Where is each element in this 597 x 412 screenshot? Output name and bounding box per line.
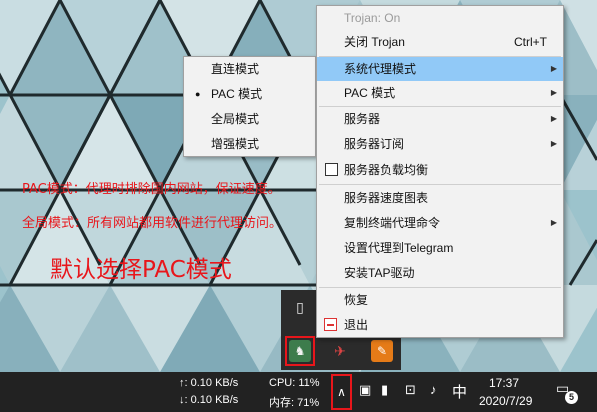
bookmark-icon[interactable]: ▮	[381, 382, 388, 398]
menu-server-subscription[interactable]: 服务器订阅 ▶	[317, 132, 563, 156]
selected-bullet-icon: ●	[195, 89, 201, 99]
chevron-right-icon: ▶	[550, 114, 557, 123]
clock-date[interactable]: 2020/7/29	[479, 394, 532, 408]
ime-indicator[interactable]: 中	[452, 381, 467, 402]
tray-chevron-button[interactable]: ∧	[331, 374, 352, 410]
menu-install-tap[interactable]: 安装TAP驱动	[317, 261, 563, 285]
submenu-item-enhanced[interactable]: 增强模式	[184, 132, 315, 157]
tray-edit-icon[interactable]: ✎	[371, 340, 393, 362]
menu-close-trojan[interactable]: 关闭 Trojan Ctrl+T	[317, 30, 563, 54]
close-shortcut: Ctrl+T	[514, 35, 547, 49]
tray-app-icon[interactable]: ✈	[329, 340, 351, 362]
chevron-up-icon: ∧	[337, 385, 346, 399]
load-balance-checkbox[interactable]	[325, 163, 338, 176]
submenu-item-pac[interactable]: ● PAC 模式	[184, 82, 315, 107]
menu-restore[interactable]: 恢复	[317, 288, 563, 312]
menu-pac-mode[interactable]: PAC 模式 ▶	[317, 81, 563, 105]
trojan-context-menu: Trojan: On 关闭 Trojan Ctrl+T 系统代理模式 ▶ PAC…	[316, 5, 564, 338]
memory-usage: 内存: 71%	[269, 397, 320, 409]
clock-time[interactable]: 17:37	[489, 376, 519, 390]
menu-copy-terminal-proxy[interactable]: 复制终端代理命令 ▶	[317, 211, 563, 235]
annotation-pac-mode: PAC模式：代理时排除国内网站，保证速度。	[22, 182, 281, 197]
submenu-item-direct[interactable]: 直连模式	[184, 57, 315, 82]
annotation-global-mode: 全局模式：所有网站都用软件进行代理访问。	[22, 216, 283, 231]
menu-status: Trojan: On	[344, 11, 401, 25]
annotation-default-choice: 默认选择PAC模式	[50, 257, 232, 283]
chevron-right-icon: ▶	[550, 218, 557, 227]
menu-set-proxy-telegram[interactable]: 设置代理到Telegram	[317, 236, 563, 260]
network-icon[interactable]: ⊡	[405, 382, 416, 398]
menu-servers[interactable]: 服务器 ▶	[317, 107, 563, 131]
volume-icon[interactable]: ♪	[430, 382, 437, 397]
notification-count: 5	[565, 391, 578, 404]
menu-system-proxy-mode[interactable]: 系统代理模式 ▶	[317, 57, 563, 81]
usb-icon[interactable]: ▯	[289, 296, 311, 318]
exit-icon	[324, 318, 337, 331]
net-upload-speed: ↑: 0.10 KB/s	[179, 377, 239, 389]
menu-server-load-balance[interactable]: 服务器负载均衡	[317, 158, 563, 182]
net-download-speed: ↓: 0.10 KB/s	[179, 394, 239, 406]
menu-server-speed-chart[interactable]: 服务器速度图表	[317, 186, 563, 210]
taskbar: ↑: 0.10 KB/s ↓: 0.10 KB/s CPU: 11% 内存: 7…	[0, 372, 597, 412]
menu-separator	[319, 184, 561, 185]
chevron-right-icon: ▶	[550, 88, 557, 97]
menu-exit[interactable]: 退出	[317, 313, 563, 337]
cpu-usage: CPU: 11%	[269, 377, 320, 389]
monitor-icon[interactable]: ▣	[359, 382, 371, 398]
trojan-horse-icon[interactable]: ♞	[289, 340, 311, 362]
proxy-mode-submenu: 直连模式 ● PAC 模式 全局模式 增强模式	[183, 56, 316, 157]
chevron-right-icon: ▶	[550, 64, 557, 73]
submenu-item-global[interactable]: 全局模式	[184, 107, 315, 132]
chevron-right-icon: ▶	[550, 139, 557, 148]
